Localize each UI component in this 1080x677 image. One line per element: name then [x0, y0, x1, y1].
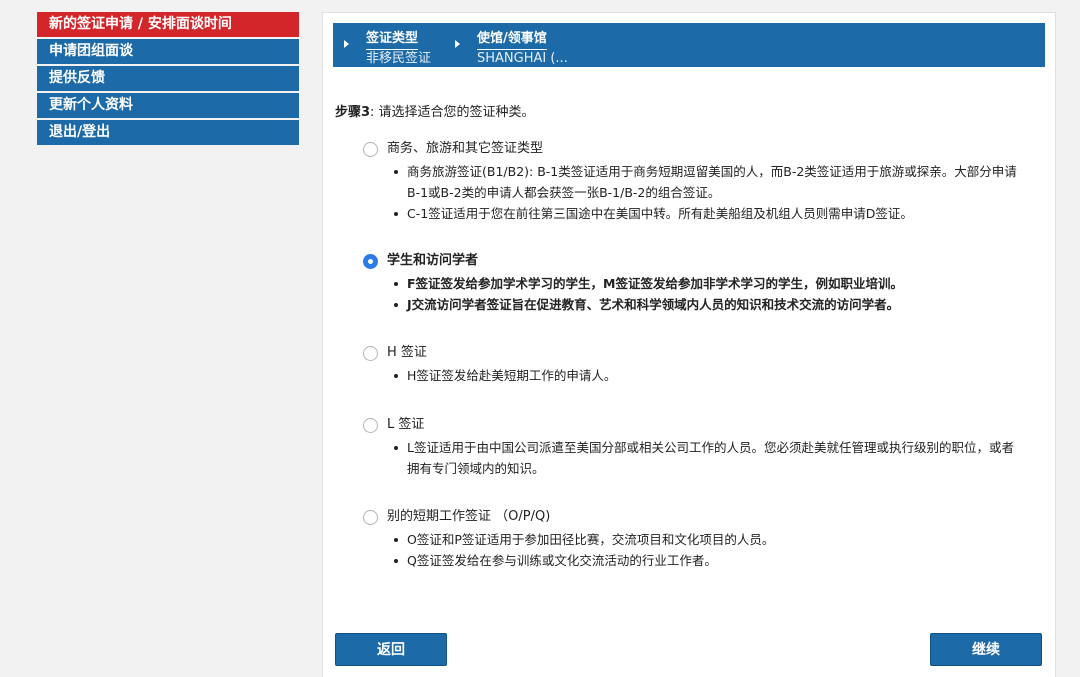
main-panel: 签证类型 非移民签证 使馆/领事馆 SHANGHAI (... 步骤3: 请选择… — [322, 12, 1056, 677]
list-item: J交流访问学者签证旨在促进教育、艺术和科学领域内人员的知识和技术交流的访问学者。 — [393, 294, 1023, 315]
breadcrumb: 签证类型 非移民签证 使馆/领事馆 SHANGHAI (... — [333, 23, 1045, 67]
list-item: O签证和P签证适用于参加田径比赛，交流项目和文化项目的人员。 — [393, 529, 1023, 550]
radio-opq-visa[interactable] — [363, 510, 378, 525]
radio-l-visa[interactable] — [363, 418, 378, 433]
visa-option-h: H 签证 H签证签发给赴美短期工作的申请人。 — [363, 343, 1023, 386]
sidebar-item-feedback[interactable]: 提供反馈 — [37, 66, 299, 91]
breadcrumb-visa-type-value: 非移民签证 — [366, 51, 432, 66]
breadcrumb-post-title: 使馆/领事馆 — [477, 30, 547, 50]
option-label: H 签证 — [387, 345, 427, 360]
chevron-right-icon — [455, 40, 460, 48]
breadcrumb-visa-type[interactable]: 签证类型 非移民签证 — [344, 27, 432, 68]
sidebar-item-group-interview[interactable]: 申请团组面谈 — [37, 39, 299, 64]
step-text: : 请选择适合您的签证种类。 — [370, 105, 535, 120]
breadcrumb-visa-type-title: 签证类型 — [366, 30, 419, 50]
list-item: C-1签证适用于您在前往第三国途中在美国中转。所有赴美船组及机组人员则需申请D签… — [393, 203, 1023, 224]
sidebar-item-logout[interactable]: 退出/登出 — [37, 120, 299, 145]
sidebar-item-new-application[interactable]: 新的签证申请 / 安排面谈时间 — [37, 12, 299, 37]
visa-option-opq: 别的短期工作签证 （O/P/Q) O签证和P签证适用于参加田径比赛，交流项目和文… — [363, 507, 1023, 571]
breadcrumb-post-value: SHANGHAI (... — [477, 51, 568, 66]
step-number: 步骤3 — [335, 105, 371, 120]
list-item: L签证适用于由中国公司派遣至美国分部或相关公司工作的人员。您必须赴美就任管理或执… — [393, 437, 1023, 479]
option-label: L 签证 — [387, 417, 425, 432]
option-label: 别的短期工作签证 （O/P/Q) — [387, 509, 551, 524]
list-item: F签证签发给参加学术学习的学生，M签证签发给参加非学术学习的学生，例如职业培训。 — [393, 273, 1023, 294]
back-button[interactable]: 返回 — [335, 633, 447, 666]
step-instruction: 步骤3: 请选择适合您的签证种类。 — [335, 101, 535, 120]
radio-business-tourism[interactable] — [363, 142, 378, 157]
visa-option-student: 学生和访问学者 F签证签发给参加学术学习的学生，M签证签发给参加非学术学习的学生… — [363, 251, 1023, 315]
radio-student[interactable] — [363, 254, 378, 269]
option-label: 学生和访问学者 — [387, 253, 479, 268]
option-label: 商务、旅游和其它签证类型 — [387, 141, 544, 156]
sidebar-nav: 新的签证申请 / 安排面谈时间 申请团组面谈 提供反馈 更新个人资料 退出/登出 — [37, 12, 299, 147]
breadcrumb-post[interactable]: 使馆/领事馆 SHANGHAI (... — [455, 27, 568, 68]
visa-option-business-tourism: 商务、旅游和其它签证类型 商务旅游签证(B1/B2): B-1类签证适用于商务短… — [363, 139, 1023, 224]
list-item: 商务旅游签证(B1/B2): B-1类签证适用于商务短期逗留美国的人，而B-2类… — [393, 161, 1023, 203]
sidebar-item-update-profile[interactable]: 更新个人资料 — [37, 93, 299, 118]
list-item: Q签证签发给在参与训练或文化交流活动的行业工作者。 — [393, 550, 1023, 571]
continue-button[interactable]: 继续 — [930, 633, 1042, 666]
radio-h-visa[interactable] — [363, 346, 378, 361]
chevron-right-icon — [344, 40, 349, 48]
visa-option-l: L 签证 L签证适用于由中国公司派遣至美国分部或相关公司工作的人员。您必须赴美就… — [363, 415, 1023, 479]
list-item: H签证签发给赴美短期工作的申请人。 — [393, 365, 1023, 386]
